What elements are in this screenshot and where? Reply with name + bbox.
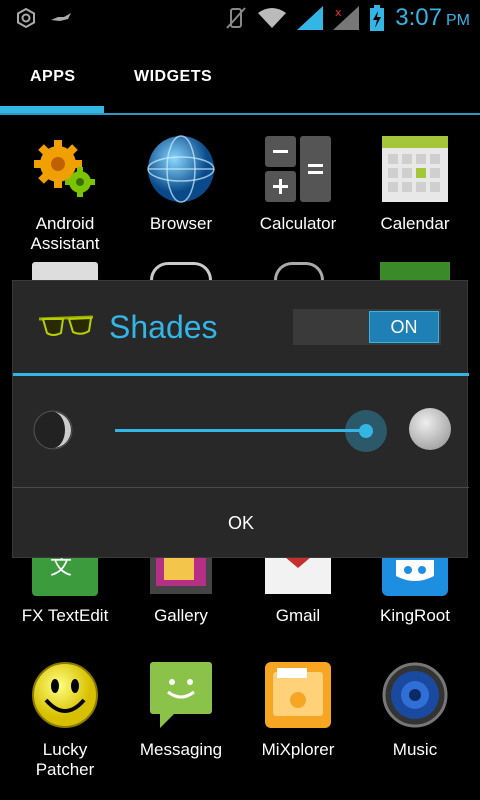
app-messaging[interactable]: Messaging bbox=[122, 660, 240, 760]
full-brightness-icon bbox=[409, 408, 451, 450]
shades-dialog: Shades ON OK bbox=[12, 280, 469, 558]
sunglasses-icon bbox=[38, 315, 94, 336]
wifi-icon bbox=[258, 8, 287, 28]
app-calculator[interactable]: Calculator bbox=[239, 134, 357, 234]
clock: 3:07 PM bbox=[395, 4, 470, 32]
usb-debug-icon bbox=[51, 13, 71, 21]
status-bar: x 3:07 PM bbox=[0, 0, 480, 38]
brightness-slider-thumb[interactable] bbox=[344, 410, 387, 452]
hidden-app-icon-top bbox=[274, 262, 324, 280]
app-label: Lucky Patcher bbox=[35, 740, 95, 779]
hidden-app-icon-top bbox=[380, 262, 450, 280]
app-lucky-patcher[interactable]: Lucky Patcher bbox=[6, 660, 124, 780]
signal-no-sim-icon: x bbox=[333, 6, 360, 30]
clock-time: 3:07 bbox=[395, 4, 442, 31]
app-label: Messaging bbox=[139, 740, 223, 759]
hidden-app-icon-top bbox=[32, 262, 98, 280]
app-label: Android Assistant bbox=[30, 214, 100, 253]
toggle-on-label: ON bbox=[369, 311, 439, 343]
moon-icon bbox=[33, 410, 73, 450]
hidden-app-icon-top bbox=[150, 262, 212, 280]
tab-divider bbox=[0, 113, 480, 115]
smiley-icon bbox=[30, 660, 100, 730]
settings-notification-icon bbox=[17, 8, 35, 28]
app-label: Gmail bbox=[275, 606, 321, 625]
app-music[interactable]: Music bbox=[356, 660, 474, 760]
dialog-title: Shades bbox=[109, 309, 218, 345]
clock-ampm: PM bbox=[446, 12, 470, 29]
tab-apps[interactable]: APPS bbox=[30, 68, 76, 86]
speaker-icon bbox=[380, 660, 450, 730]
app-label: Gallery bbox=[154, 606, 208, 625]
tab-widgets[interactable]: WIDGETS bbox=[134, 68, 212, 86]
ok-button[interactable]: OK bbox=[13, 488, 469, 558]
app-android-assistant[interactable]: Android Assistant bbox=[6, 134, 124, 254]
app-label: Browser bbox=[149, 214, 213, 233]
calculator-icon bbox=[263, 134, 333, 204]
gear-icon bbox=[30, 134, 100, 204]
app-label: Calculator bbox=[259, 214, 337, 233]
app-label: FX TextEdit bbox=[21, 606, 109, 625]
brightness-control bbox=[13, 376, 469, 487]
app-mixplorer[interactable]: MiXplorer bbox=[239, 660, 357, 760]
app-label: KingRoot bbox=[380, 606, 450, 625]
battery-charging-icon bbox=[370, 5, 385, 31]
folder-icon bbox=[263, 660, 333, 730]
svg-text:x: x bbox=[335, 6, 342, 19]
calendar-icon bbox=[380, 134, 450, 204]
app-calendar[interactable]: Calendar bbox=[356, 134, 474, 234]
globe-icon bbox=[146, 134, 216, 204]
shades-toggle[interactable]: ON bbox=[293, 309, 441, 345]
app-label: Music bbox=[392, 740, 438, 759]
app-label: Calendar bbox=[380, 214, 450, 233]
tab-selected-indicator bbox=[0, 106, 104, 113]
tab-bar: APPS WIDGETS bbox=[0, 38, 480, 116]
messaging-icon bbox=[146, 660, 216, 730]
app-browser[interactable]: Browser bbox=[122, 134, 240, 234]
vibrate-mute-icon bbox=[226, 7, 247, 29]
app-label: MiXplorer bbox=[261, 740, 335, 759]
signal-icon bbox=[297, 6, 324, 30]
svg-text:文: 文 bbox=[50, 555, 72, 580]
brightness-slider-track[interactable] bbox=[115, 429, 366, 432]
